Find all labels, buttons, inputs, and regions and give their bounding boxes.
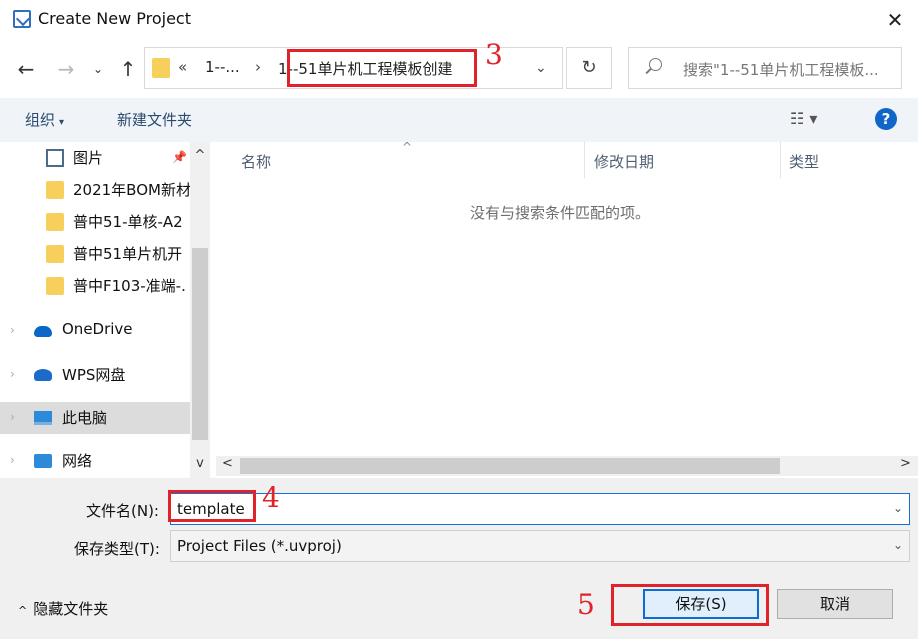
cancel-button[interactable]: 取消 bbox=[777, 589, 893, 619]
sidebar-item-label: 此电脑 bbox=[62, 409, 108, 427]
toolbar: 组织 ▾ 新建文件夹 ☷ ▾ bbox=[0, 98, 918, 142]
sidebar-item-label: WPS网盘 bbox=[62, 366, 126, 384]
address-dropdown-icon[interactable]: ⌄ bbox=[535, 60, 547, 76]
search-placeholder: 搜索"1--51单片机工程模板... bbox=[683, 61, 879, 79]
search-input[interactable]: 搜索"1--51单片机工程模板... bbox=[628, 47, 902, 89]
navigation-pane: 图片 📌 2021年BOM新材 普中51-单核-A2 普中51单片机开 普中F1… bbox=[0, 142, 212, 478]
window-title: Create New Project bbox=[38, 9, 191, 28]
organize-button[interactable]: 组织 ▾ bbox=[25, 109, 64, 130]
organize-label: 组织 bbox=[25, 111, 56, 129]
column-divider[interactable] bbox=[780, 142, 781, 178]
filetype-label: 保存类型(T): bbox=[74, 540, 160, 558]
this-pc-icon bbox=[34, 411, 52, 425]
sort-ascending-icon: ^ bbox=[402, 140, 413, 154]
scroll-up-icon[interactable]: ^ bbox=[190, 148, 210, 163]
sidebar-item-onedrive[interactable]: › OneDrive bbox=[0, 315, 190, 347]
sidebar-item-wps[interactable]: › WPS网盘 bbox=[0, 359, 190, 391]
view-options-icon[interactable]: ☷ ▾ bbox=[790, 109, 817, 128]
onedrive-icon bbox=[34, 326, 52, 337]
annotation-step4-number: 4 bbox=[262, 481, 280, 514]
pictures-icon bbox=[46, 149, 64, 167]
filename-label: 文件名(N): bbox=[86, 502, 159, 520]
scroll-left-icon[interactable]: < bbox=[222, 456, 233, 471]
folder-icon bbox=[46, 181, 64, 199]
sidebar-item-folder[interactable]: 2021年BOM新材 bbox=[0, 174, 190, 206]
up-arrow-icon[interactable]: ↑ bbox=[114, 55, 142, 83]
sidebar-item-pictures[interactable]: 图片 📌 bbox=[0, 142, 190, 174]
column-header-type[interactable]: 类型 bbox=[789, 151, 819, 172]
filetype-select[interactable]: Project Files (*.uvproj) ⌄ bbox=[170, 530, 910, 562]
recent-locations-chevron-icon[interactable]: ⌄ bbox=[88, 55, 108, 83]
refresh-icon[interactable]: ↻ bbox=[566, 47, 612, 89]
sidebar-item-this-pc[interactable]: › 此电脑 bbox=[0, 402, 190, 434]
sidebar-item-label: 2021年BOM新材 bbox=[73, 181, 190, 199]
sidebar-item-label: 网络 bbox=[62, 452, 93, 470]
expand-chevron-icon[interactable]: › bbox=[10, 453, 15, 467]
column-header-name[interactable]: 名称 bbox=[241, 151, 271, 172]
sidebar-item-label: 图片 bbox=[73, 149, 104, 167]
filename-input[interactable]: template ⌄ bbox=[170, 493, 910, 525]
forward-arrow-icon[interactable]: → bbox=[52, 55, 80, 83]
hide-folders-label: 隐藏文件夹 bbox=[33, 600, 109, 618]
keil-app-icon bbox=[13, 10, 31, 28]
horizontal-scroll-thumb[interactable] bbox=[240, 458, 780, 474]
back-arrow-icon[interactable]: ← bbox=[12, 55, 40, 83]
sidebar-item-folder[interactable]: 普中51单片机开 bbox=[0, 238, 190, 270]
folder-icon bbox=[46, 277, 64, 295]
expand-chevron-icon[interactable]: › bbox=[10, 410, 15, 424]
chevron-down-icon[interactable]: ⌄ bbox=[893, 501, 903, 515]
save-button[interactable]: 保存(S) bbox=[643, 589, 759, 619]
sidebar-item-label: 普中51单片机开 bbox=[73, 245, 183, 263]
annotation-box-step3 bbox=[287, 49, 477, 87]
expand-chevron-icon[interactable]: › bbox=[10, 367, 15, 381]
caret-up-icon: ^ bbox=[18, 604, 28, 617]
scroll-down-icon[interactable]: v bbox=[190, 456, 210, 471]
network-icon bbox=[34, 454, 52, 468]
wps-cloud-icon bbox=[34, 369, 52, 381]
folder-icon bbox=[152, 58, 170, 78]
overflow-chevron-icon[interactable]: « bbox=[178, 58, 187, 76]
scroll-right-icon[interactable]: > bbox=[900, 456, 911, 471]
caret-down-icon: ▾ bbox=[59, 117, 65, 128]
sidebar-item-label: 普中51-单核-A2 bbox=[73, 213, 183, 231]
breadcrumb-item[interactable]: 1--... bbox=[205, 58, 240, 76]
close-button[interactable]: ✕ bbox=[878, 6, 912, 34]
sidebar-item-label: OneDrive bbox=[62, 320, 133, 338]
sidebar-item-folder[interactable]: 普中F103-准端-. bbox=[0, 270, 190, 302]
sidebar-item-network[interactable]: › 网络 bbox=[0, 445, 190, 477]
hide-folders-button[interactable]: ^ 隐藏文件夹 bbox=[18, 598, 108, 619]
breadcrumb-separator-icon[interactable]: › bbox=[255, 58, 261, 76]
sidebar-item-folder[interactable]: 普中51-单核-A2 bbox=[0, 206, 190, 238]
sidebar-scroll-thumb[interactable] bbox=[192, 248, 208, 440]
annotation-step5-number: 5 bbox=[577, 588, 595, 621]
help-icon[interactable]: ? bbox=[875, 108, 897, 130]
expand-chevron-icon[interactable]: › bbox=[10, 323, 15, 337]
filetype-value: Project Files (*.uvproj) bbox=[177, 537, 342, 555]
new-folder-button[interactable]: 新建文件夹 bbox=[117, 109, 192, 130]
folder-icon bbox=[46, 213, 64, 231]
search-icon bbox=[649, 58, 662, 71]
sidebar-item-label: 普中F103-准端-. bbox=[73, 277, 186, 295]
folder-icon bbox=[46, 245, 64, 263]
column-divider[interactable] bbox=[584, 142, 585, 178]
chevron-down-icon[interactable]: ⌄ bbox=[893, 538, 903, 552]
pin-icon: 📌 bbox=[172, 150, 187, 164]
column-header-date-modified[interactable]: 修改日期 bbox=[594, 151, 654, 172]
file-list-header: 名称 修改日期 类型 bbox=[216, 142, 918, 180]
annotation-box-step4 bbox=[168, 490, 256, 522]
empty-state-message: 没有与搜索条件匹配的项。 bbox=[470, 204, 651, 222]
annotation-step3-number: 3 bbox=[485, 38, 503, 71]
